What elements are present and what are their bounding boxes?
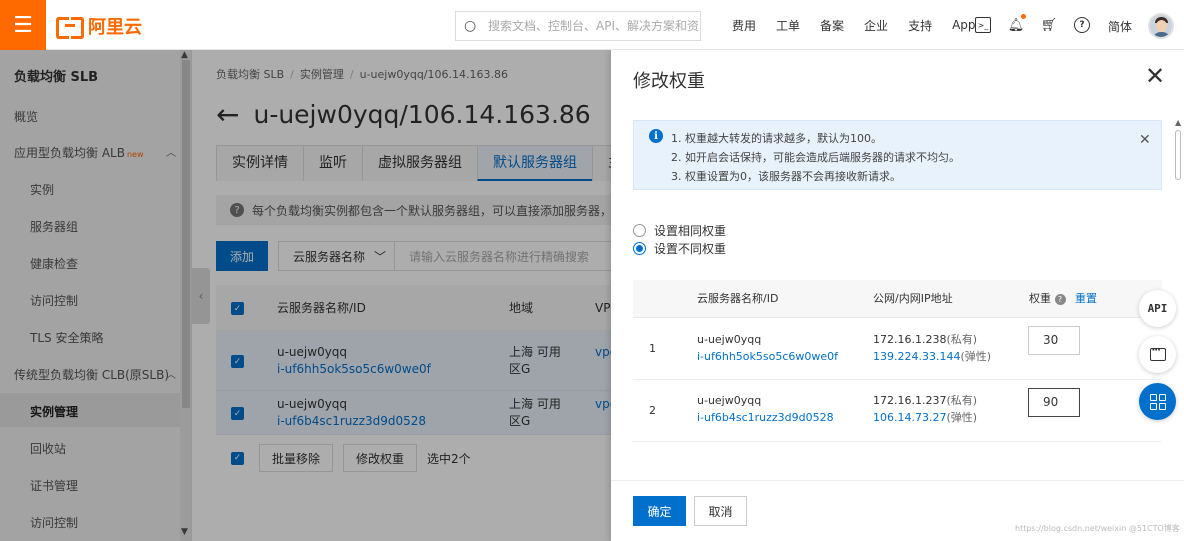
global-search-input[interactable] [488, 19, 698, 33]
public-ip-link[interactable]: 139.224.33.144 [873, 350, 960, 363]
reset-link[interactable]: 重置 [1075, 292, 1097, 305]
scroll-up-icon[interactable]: ▲ [1175, 118, 1181, 127]
apps-grid-icon [1149, 393, 1166, 410]
help-icon[interactable]: ? [1074, 17, 1090, 33]
confirm-button[interactable]: 确定 [633, 496, 686, 526]
radio-button[interactable] [633, 242, 646, 255]
drawer-scrollbar[interactable]: ▲ [1173, 118, 1183, 184]
private-ip: 172.16.1.237 [873, 394, 947, 407]
radio-label: 设置相同权重 [654, 224, 727, 238]
weight-input[interactable]: 30 [1028, 326, 1080, 355]
watermark: https://blog.csdn.net/weixin @51CTO博客 [1015, 524, 1180, 533]
info-line: 2. 如开启会话保持，可能会造成后端服务器的请求不均匀。 [671, 151, 960, 164]
terminal-icon[interactable]: >_ [975, 17, 991, 33]
weight-table-header: 云服务器名称/ID 公网/内网IP地址 权重 ? 重置 [633, 280, 1162, 318]
column-header: 云服务器名称/ID [697, 292, 779, 305]
top-link-enterprise[interactable]: 企业 [864, 17, 888, 34]
row-index: 1 [649, 342, 656, 355]
scroll-thumb[interactable] [1175, 130, 1181, 180]
top-link-support[interactable]: 支持 [908, 17, 932, 34]
info-icon: i [649, 129, 663, 143]
chat-button[interactable] [1139, 336, 1176, 373]
language-switch[interactable]: 简体 [1108, 18, 1132, 35]
help-icon[interactable]: ? [1054, 293, 1066, 305]
cancel-button[interactable]: 取消 [694, 496, 747, 526]
info-line: 3. 权重设置为0，该服务器不会再接收新请求。 [671, 170, 901, 183]
ip-cell: 172.16.1.237(私有) 106.14.73.27(弹性) [873, 392, 977, 426]
radio-same-weight[interactable]: 设置相同权重 [633, 222, 726, 239]
top-link-tickets[interactable]: 工单 [776, 17, 800, 34]
api-button[interactable]: API [1139, 290, 1176, 327]
radio-button[interactable] [633, 224, 646, 237]
apps-button[interactable] [1139, 383, 1176, 420]
top-bar: ☰ 阿里云 ○ 费用 工单 备案 企业 支持 App >_ 🔔︎ 🛒︎ ? 简体 [0, 0, 1184, 50]
table-row: 2 u-uejw0yqq i-uf6b4sc1ruzz3d9d0528 172.… [633, 380, 1162, 442]
info-alert: i 1. 权重越大转发的请求越多，默认为100。 2. 如开启会话保持，可能会造… [633, 120, 1162, 190]
public-ip-link[interactable]: 106.14.73.27 [873, 411, 946, 424]
logo-text: 阿里云 [88, 17, 142, 38]
top-link-app[interactable]: App [952, 18, 975, 32]
search-icon: ○ [464, 18, 477, 34]
private-ip: 172.16.1.238 [873, 333, 947, 346]
server-name: u-uejw0yqq [697, 394, 762, 407]
column-header: 权重 [1029, 292, 1051, 305]
cart-icon[interactable]: 🛒︎ [1041, 17, 1058, 33]
logo-mark-icon [56, 15, 84, 39]
alert-close-icon[interactable]: ✕ [1139, 132, 1151, 148]
column-header: 公网/内网IP地址 [873, 292, 953, 305]
avatar[interactable] [1148, 13, 1174, 39]
chat-icon [1149, 345, 1166, 361]
modal-backdrop[interactable] [0, 50, 611, 541]
bell-icon[interactable]: 🔔︎ [1008, 14, 1026, 33]
modify-weight-drawer: 修改权重 ✕ i 1. 权重越大转发的请求越多，默认为100。 2. 如开启会话… [611, 50, 1184, 541]
drawer-title: 修改权重 [633, 71, 705, 92]
top-links: 费用 工单 备案 企业 支持 App [732, 0, 996, 50]
server-id-link[interactable]: i-uf6b4sc1ruzz3d9d0528 [697, 409, 834, 426]
row-index: 2 [649, 404, 656, 417]
server-cell: u-uejw0yqq i-uf6b4sc1ruzz3d9d0528 [697, 392, 834, 426]
private-tag: (私有) [946, 333, 978, 346]
top-icons: >_ 🔔︎ 🛒︎ ? [975, 0, 1107, 50]
public-tag: (弹性) [946, 411, 978, 424]
ip-cell: 172.16.1.238(私有) 139.224.33.144(弹性) [873, 331, 991, 365]
server-name: u-uejw0yqq [697, 333, 762, 346]
server-cell: u-uejw0yqq i-uf6hh5ok5so5c6w0we0f [697, 331, 838, 365]
aliyun-logo[interactable]: 阿里云 [56, 13, 142, 39]
radio-different-weight[interactable]: 设置不同权重 [633, 240, 726, 257]
info-line: 1. 权重越大转发的请求越多，默认为100。 [671, 132, 882, 145]
public-tag: (弹性) [960, 350, 992, 363]
server-id-link[interactable]: i-uf6hh5ok5so5c6w0we0f [697, 348, 838, 365]
weight-column-header: 权重 ? 重置 [1029, 290, 1097, 307]
notification-dot [1021, 14, 1026, 19]
private-tag: (私有) [946, 394, 978, 407]
api-label: API [1147, 302, 1168, 315]
close-icon[interactable]: ✕ [1145, 64, 1165, 88]
table-row: 1 u-uejw0yqq i-uf6hh5ok5so5c6w0we0f 172.… [633, 318, 1162, 380]
top-link-fees[interactable]: 费用 [732, 17, 756, 34]
menu-icon[interactable]: ☰ [0, 0, 46, 50]
global-search[interactable]: ○ [455, 11, 701, 41]
weight-input[interactable]: 90 [1028, 388, 1080, 417]
radio-label: 设置不同权重 [654, 242, 727, 256]
top-link-icp[interactable]: 备案 [820, 17, 844, 34]
